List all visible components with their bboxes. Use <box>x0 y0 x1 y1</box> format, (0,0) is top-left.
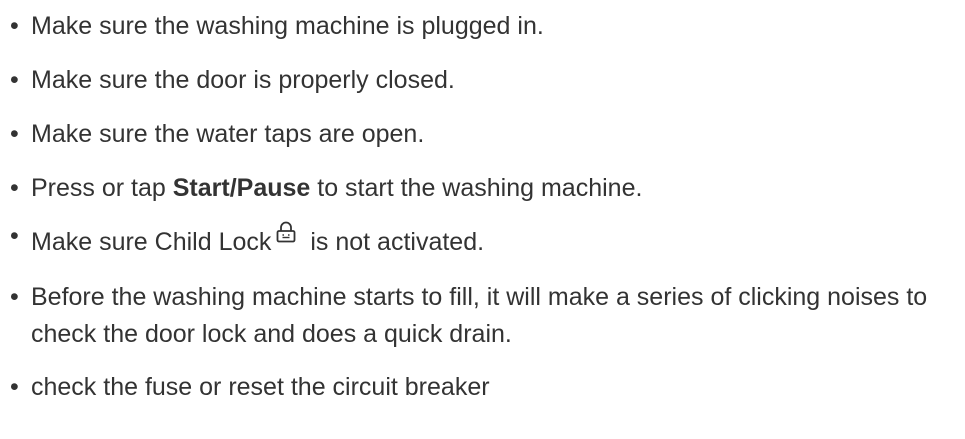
list-item: • Make sure the water taps are open. <box>10 116 965 153</box>
list-item: • Press or tap Start/Pause to start the … <box>10 170 965 207</box>
list-item: • Make sure the door is properly closed. <box>10 62 965 99</box>
lock-icon <box>275 217 297 254</box>
bullet: • <box>10 174 19 202</box>
start-pause-label: Start/Pause <box>172 174 311 202</box>
item-text: check the fuse or reset the circuit brea… <box>31 373 490 401</box>
bullet: • <box>10 12 19 40</box>
list-item: • Before the washing machine starts to f… <box>10 279 965 353</box>
bullet: • <box>10 66 19 94</box>
item-text-after: to start the washing machine. <box>310 174 643 202</box>
item-text-before: Make sure Child Lock <box>31 228 272 256</box>
bullet: • <box>10 373 19 401</box>
troubleshooting-checklist: • Make sure the washing machine is plugg… <box>0 0 965 406</box>
list-item: • Make sure the washing machine is plugg… <box>10 8 965 45</box>
item-text: Make sure the washing machine is plugged… <box>31 12 544 40</box>
bullet: • <box>10 120 19 148</box>
item-text: Make sure the door is properly closed. <box>31 66 455 94</box>
list-item: • check the fuse or reset the circuit br… <box>10 369 965 406</box>
item-text-before: Press or tap <box>31 174 173 202</box>
bullet: • <box>10 283 19 311</box>
item-text: Make sure the water taps are open. <box>31 120 425 148</box>
item-text-after: is not activated. <box>303 228 485 256</box>
item-text: Before the washing machine starts to fil… <box>31 283 928 348</box>
list-item: • Make sure Child Lock is not activated. <box>10 221 965 262</box>
bullet: • <box>10 222 19 250</box>
